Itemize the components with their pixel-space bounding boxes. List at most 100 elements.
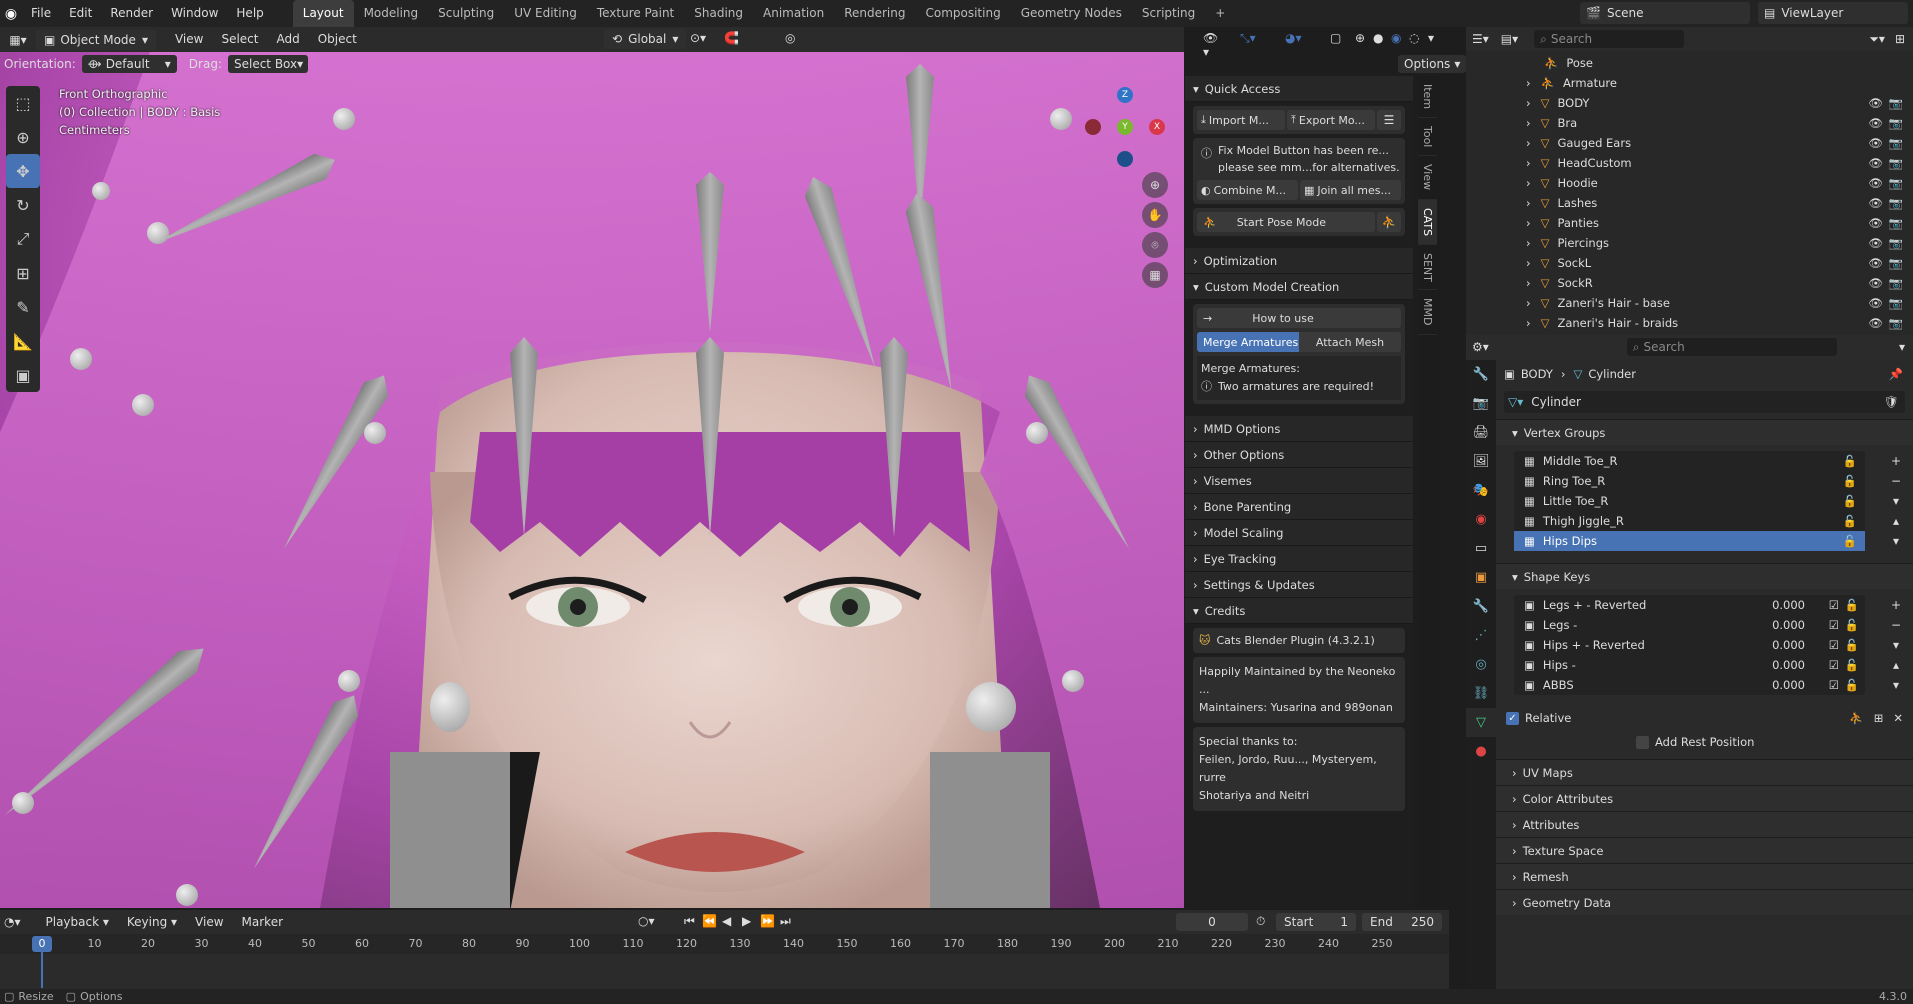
tab-geometry-nodes[interactable]: Geometry Nodes (1011, 0, 1132, 27)
camera-icon[interactable]: 📷 (1889, 196, 1903, 210)
eye-icon[interactable]: 👁 (1868, 176, 1883, 190)
outliner-row[interactable]: › ▽ SockR 👁 📷 (1466, 273, 1913, 293)
outliner-row[interactable]: › ▽ BODY 👁 📷 (1466, 93, 1913, 113)
list-item[interactable]: ▣ Legs - 0.000 ☑ 🔓 (1514, 615, 1865, 635)
list-item[interactable]: ▦ Thigh Jiggle_R 🔓 (1514, 511, 1865, 531)
checkbox-icon[interactable]: ☑ (1829, 618, 1839, 632)
credits-header[interactable]: ▾ Credits (1185, 598, 1413, 624)
tab-animation[interactable]: Animation (753, 0, 834, 27)
eye-icon[interactable]: 👁 (1868, 196, 1883, 210)
eye-icon[interactable]: 👁 (1868, 236, 1883, 250)
shading-rendered-icon[interactable]: ◌ (1409, 31, 1419, 45)
visibility-icon[interactable]: 👁▾ (1203, 31, 1218, 59)
checkbox-icon[interactable]: ☑ (1829, 638, 1839, 652)
record-icon[interactable]: ○▾ (638, 914, 655, 928)
transform-icon[interactable]: ⊞ (6, 256, 40, 290)
joint[interactable] (1026, 422, 1048, 444)
add-workspace-icon[interactable]: + (1205, 0, 1235, 27)
list-item[interactable]: ▣ Hips + - Reverted 0.000 ☑ 🔓 (1514, 635, 1865, 655)
new-collection-icon[interactable]: ⊞ (1895, 32, 1905, 46)
joint[interactable] (1050, 108, 1072, 130)
eye-icon[interactable]: 👁 (1868, 276, 1883, 290)
timeline-menu-marker[interactable]: Marker (233, 909, 292, 936)
outliner-search-input[interactable]: ⌕ Search (1534, 30, 1685, 48)
bone-parenting-header[interactable]: › Bone Parenting (1185, 494, 1413, 520)
viewport-menu-view[interactable]: View (166, 26, 212, 53)
properties-search-input[interactable]: ⌕ Search (1626, 338, 1837, 356)
filter-icon[interactable]: ⏷▾ (1869, 32, 1885, 47)
move-down-icon[interactable]: ▾ (1891, 531, 1901, 551)
list-item[interactable]: ▦ Ring Toe_R 🔓 (1514, 471, 1865, 491)
menu-window[interactable]: Window (162, 0, 227, 27)
eye-icon[interactable]: 👁 (1868, 216, 1883, 230)
settings-updates-header[interactable]: › Settings & Updates (1185, 572, 1413, 598)
view-layer-selector[interactable]: ▤ ViewLayer (1758, 2, 1908, 24)
play-reverse-icon[interactable]: ◀ (722, 914, 731, 928)
rotate-icon[interactable]: ↻ (6, 188, 40, 222)
end-frame-field[interactable]: End 250 (1362, 913, 1442, 931)
tab-texture-paint[interactable]: Texture Paint (587, 0, 684, 27)
fake-user-icon[interactable]: 🛡 (1884, 395, 1899, 409)
timeline-track[interactable] (0, 954, 1449, 984)
shading-material-icon[interactable]: ◉ (1391, 31, 1401, 45)
how-to-use-button[interactable]: → How to use (1197, 308, 1401, 328)
tab-scripting[interactable]: Scripting (1132, 0, 1205, 27)
tab-layout[interactable]: Layout (292, 0, 354, 27)
collection-tab-icon[interactable]: ▭ (1466, 534, 1496, 563)
lock-icon[interactable]: 🔓 (1845, 598, 1859, 612)
editor-type-icon[interactable]: ◔▾ (4, 915, 21, 929)
model-scaling-header[interactable]: › Model Scaling (1185, 520, 1413, 546)
relative-checkbox[interactable]: ✓ (1506, 711, 1519, 725)
shading-solid-icon[interactable]: ● (1373, 31, 1383, 45)
clock-icon[interactable]: ⏱ (1256, 914, 1265, 929)
attributes-header[interactable]: › Attributes (1496, 811, 1913, 837)
menu-render[interactable]: Render (101, 0, 162, 27)
tab-shading[interactable]: Shading (684, 0, 753, 27)
3d-viewport[interactable]: Front Orthographic (0) Collection | BODY… (0, 52, 1184, 908)
joint[interactable] (147, 222, 169, 244)
eye-icon[interactable]: 👁 (1868, 136, 1883, 150)
lock-icon[interactable]: 🔓 (1843, 454, 1857, 468)
remove-icon[interactable]: − (1891, 471, 1901, 491)
tab-tool[interactable]: Tool (1418, 118, 1437, 157)
menu-edit[interactable]: Edit (60, 0, 101, 27)
zoom-icon[interactable]: ⊕ (1142, 172, 1168, 198)
tab-rendering[interactable]: Rendering (834, 0, 915, 27)
navigation-gizmo[interactable]: Z Y X (1085, 87, 1165, 167)
outliner-row[interactable]: › ▽ Panties 👁 📷 (1466, 213, 1913, 233)
material-tab-icon[interactable]: ● (1466, 737, 1496, 766)
play-icon[interactable]: ▶ (742, 914, 751, 928)
tab-view[interactable]: View (1418, 156, 1437, 200)
start-pose-mode-button[interactable]: ⛹ Start Pose Mode (1197, 212, 1375, 232)
timeline-menu-keying[interactable]: Keying ▾ (118, 909, 186, 936)
move-up-icon[interactable]: ▴ (1891, 511, 1901, 531)
gizmo-x-axis[interactable]: X (1149, 119, 1165, 135)
scene-selector[interactable]: 🎬 Scene (1580, 2, 1750, 24)
new-shape-icon[interactable]: ⊞ (1874, 711, 1884, 725)
outliner-row[interactable]: › ▽ Gauged Ears 👁 📷 (1466, 133, 1913, 153)
custom-model-header[interactable]: ▾ Custom Model Creation (1185, 274, 1413, 300)
prev-key-icon[interactable]: ⏪ (702, 914, 717, 928)
viewport-menu-select[interactable]: Select (212, 26, 267, 53)
shapekey-value[interactable]: 0.000 (1772, 618, 1805, 632)
list-item[interactable]: ▦ Middle Toe_R 🔓 (1514, 451, 1865, 471)
playhead[interactable]: 0 (32, 936, 52, 952)
camera-icon[interactable]: 📷 (1889, 96, 1903, 110)
pivot-icon[interactable]: ⊙▾ (690, 31, 706, 45)
eye-tracking-header[interactable]: › Eye Tracking (1185, 546, 1413, 572)
measure-icon[interactable]: 📐 (6, 324, 40, 358)
add-icon[interactable]: + (1891, 451, 1901, 471)
joint[interactable] (92, 182, 110, 200)
outliner-row[interactable]: › ▽ Bra 👁 📷 (1466, 113, 1913, 133)
camera-icon[interactable]: 📷 (1889, 276, 1903, 290)
menu-icon[interactable]: ☰ (1377, 110, 1401, 130)
transform-orientation[interactable]: ⟲ Global ▾ (604, 29, 687, 49)
joint[interactable] (12, 792, 34, 814)
outliner-row[interactable]: › ⛹ Armature (1466, 73, 1913, 93)
camera-icon[interactable]: 📷 (1889, 156, 1903, 170)
menu-file[interactable]: File (22, 0, 60, 27)
shapekey-value[interactable]: 0.000 (1772, 638, 1805, 652)
move-up-icon[interactable]: ▴ (1891, 655, 1901, 675)
optimization-header[interactable]: › Optimization (1185, 248, 1413, 274)
import-model-button[interactable]: ⤓ Import M... (1197, 110, 1285, 130)
